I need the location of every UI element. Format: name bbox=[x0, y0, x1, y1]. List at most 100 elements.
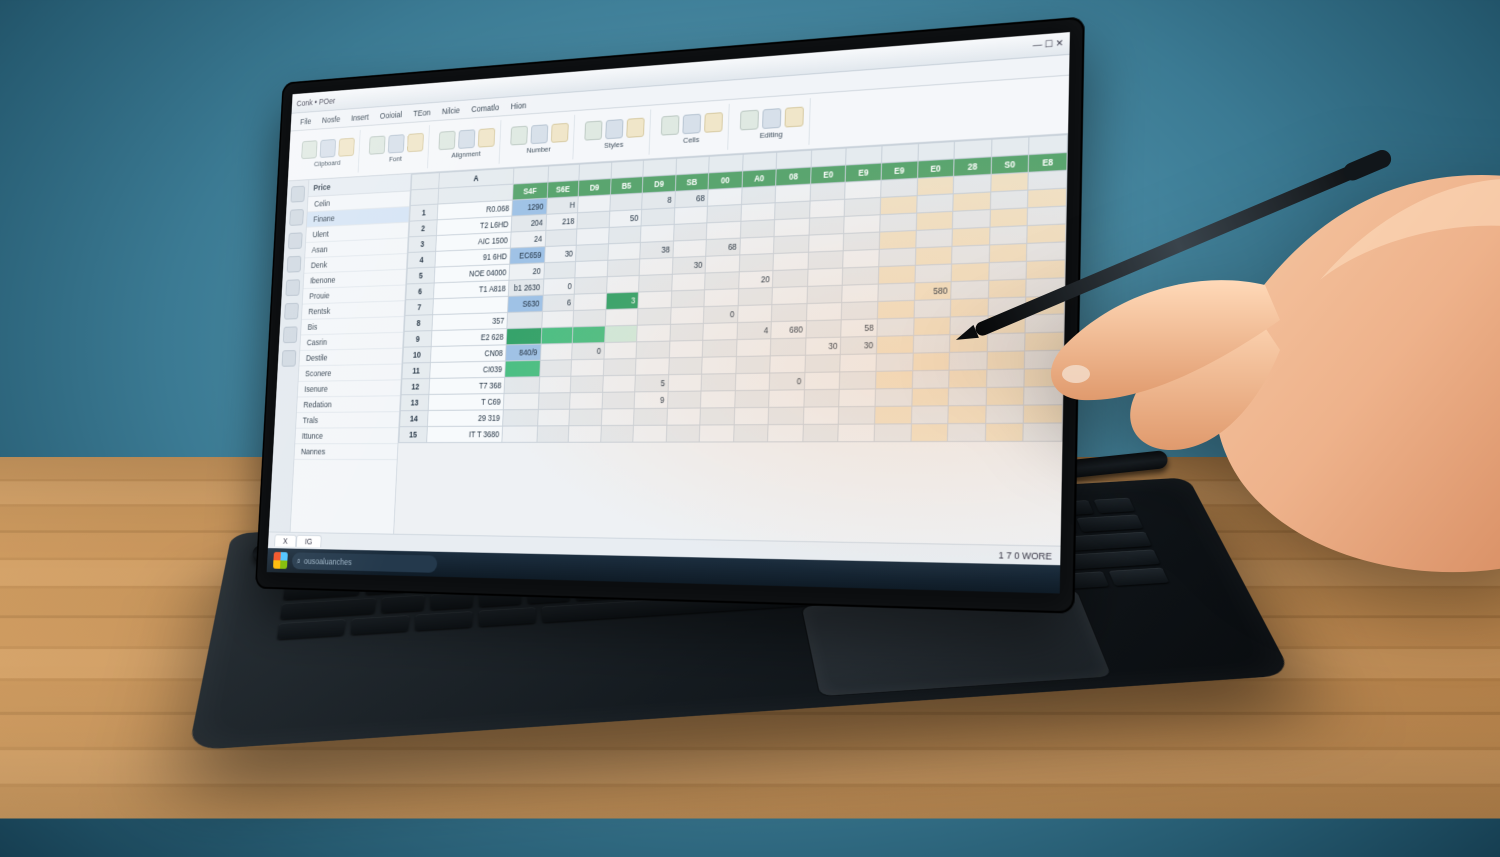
cell[interactable] bbox=[667, 408, 701, 425]
cell[interactable] bbox=[570, 376, 603, 393]
cell[interactable] bbox=[768, 424, 803, 441]
row-header[interactable]: 4 bbox=[407, 251, 435, 268]
cell[interactable] bbox=[674, 206, 708, 224]
side-panel-item[interactable]: Sconere bbox=[298, 364, 401, 381]
cell[interactable] bbox=[913, 317, 950, 336]
cell[interactable] bbox=[641, 224, 674, 242]
cell[interactable] bbox=[950, 316, 988, 335]
row-header[interactable]: 2 bbox=[409, 220, 437, 237]
cell[interactable] bbox=[1027, 224, 1066, 243]
cell[interactable] bbox=[539, 376, 571, 393]
cell[interactable] bbox=[1023, 405, 1062, 423]
keyboard-key[interactable] bbox=[381, 595, 424, 613]
cell[interactable]: 6 bbox=[542, 294, 574, 311]
cell[interactable] bbox=[667, 391, 701, 408]
ribbon-icon[interactable] bbox=[478, 128, 495, 148]
cell[interactable] bbox=[803, 424, 839, 442]
cell[interactable] bbox=[771, 338, 806, 356]
cell[interactable] bbox=[1024, 387, 1063, 406]
cell[interactable] bbox=[1025, 332, 1064, 351]
tool-icon[interactable] bbox=[286, 256, 301, 273]
cell[interactable] bbox=[842, 301, 878, 319]
cell[interactable] bbox=[989, 243, 1027, 262]
cell[interactable] bbox=[990, 172, 1028, 192]
start-button[interactable] bbox=[273, 552, 288, 569]
cell[interactable] bbox=[876, 353, 913, 371]
side-panel-item[interactable]: Isenure bbox=[298, 380, 401, 397]
cell[interactable] bbox=[842, 284, 878, 302]
cell[interactable]: 5 bbox=[635, 375, 669, 392]
cell[interactable] bbox=[733, 425, 768, 442]
tool-icon[interactable] bbox=[281, 350, 296, 367]
cell[interactable] bbox=[608, 226, 641, 244]
cell[interactable] bbox=[950, 334, 988, 353]
cell[interactable] bbox=[875, 406, 912, 424]
cell[interactable] bbox=[670, 323, 704, 341]
cell[interactable] bbox=[576, 227, 609, 245]
cell[interactable] bbox=[701, 374, 735, 391]
sheet-tab[interactable]: IG bbox=[296, 534, 321, 547]
ribbon-icon[interactable] bbox=[407, 133, 424, 152]
side-panel-item[interactable]: Nannes bbox=[294, 444, 397, 460]
cell[interactable] bbox=[989, 261, 1027, 280]
cell[interactable] bbox=[608, 242, 641, 260]
tool-icon[interactable] bbox=[282, 326, 297, 343]
ribbon-icon[interactable] bbox=[784, 107, 803, 128]
cell[interactable] bbox=[773, 252, 808, 270]
cell[interactable]: b1 2630 bbox=[508, 279, 543, 296]
cell[interactable] bbox=[1024, 368, 1063, 387]
cell[interactable] bbox=[574, 293, 607, 310]
cell[interactable] bbox=[671, 290, 705, 308]
cell[interactable] bbox=[602, 392, 635, 409]
cell[interactable] bbox=[503, 409, 538, 426]
cell[interactable] bbox=[702, 357, 736, 375]
row-header[interactable]: 5 bbox=[407, 267, 435, 284]
cell[interactable] bbox=[673, 240, 707, 258]
cell[interactable] bbox=[951, 280, 989, 299]
row-header[interactable]: 11 bbox=[402, 362, 430, 378]
row-header[interactable]: 3 bbox=[408, 236, 436, 253]
cell[interactable] bbox=[772, 286, 807, 304]
cell[interactable] bbox=[878, 283, 915, 302]
cell[interactable] bbox=[948, 423, 986, 441]
ribbon-icon[interactable] bbox=[369, 136, 386, 155]
row-header[interactable]: 14 bbox=[400, 410, 429, 426]
cell[interactable] bbox=[874, 424, 911, 442]
cell[interactable] bbox=[572, 326, 605, 343]
cell[interactable] bbox=[912, 370, 949, 388]
cell[interactable] bbox=[571, 359, 604, 376]
ribbon-icon[interactable] bbox=[704, 112, 723, 133]
keyboard-key[interactable] bbox=[1076, 515, 1143, 532]
cell[interactable] bbox=[915, 229, 952, 248]
cell[interactable] bbox=[573, 310, 606, 327]
cell[interactable] bbox=[601, 409, 634, 426]
cell[interactable] bbox=[736, 356, 771, 374]
cell[interactable] bbox=[987, 315, 1025, 334]
cell[interactable] bbox=[703, 323, 737, 341]
menu-item[interactable]: Hion bbox=[511, 100, 527, 110]
row-header[interactable]: 10 bbox=[403, 347, 431, 363]
cell[interactable] bbox=[912, 352, 949, 370]
column-header[interactable]: E0 bbox=[917, 159, 954, 178]
cell[interactable] bbox=[952, 245, 990, 264]
cell[interactable] bbox=[734, 407, 769, 424]
cell[interactable] bbox=[705, 272, 739, 290]
cell[interactable] bbox=[879, 230, 916, 249]
cell[interactable] bbox=[669, 340, 703, 358]
cell[interactable] bbox=[876, 336, 913, 354]
cell[interactable] bbox=[915, 246, 952, 265]
ribbon-icon[interactable] bbox=[320, 139, 336, 158]
column-header[interactable]: E9 bbox=[846, 163, 882, 182]
cell[interactable] bbox=[639, 258, 672, 276]
cell[interactable] bbox=[987, 351, 1025, 370]
cell[interactable] bbox=[775, 201, 810, 220]
cell[interactable] bbox=[602, 375, 635, 392]
cell[interactable] bbox=[739, 254, 774, 272]
cell[interactable] bbox=[1026, 296, 1065, 315]
cell[interactable] bbox=[1026, 260, 1065, 279]
cell[interactable] bbox=[641, 208, 674, 226]
cell[interactable] bbox=[701, 391, 735, 408]
cell[interactable]: EC659 bbox=[510, 247, 545, 265]
cell[interactable] bbox=[774, 218, 809, 237]
cell[interactable] bbox=[603, 358, 636, 375]
